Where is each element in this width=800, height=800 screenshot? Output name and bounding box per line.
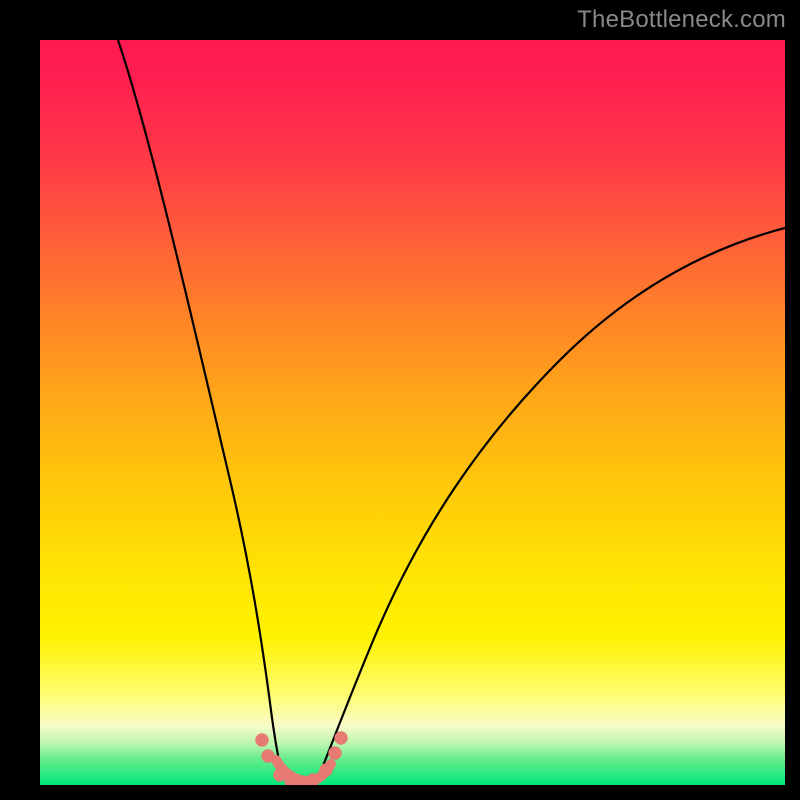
watermark-text: TheBottleneck.com	[577, 6, 786, 34]
chart-frame: TheBottleneck.com	[0, 0, 800, 800]
marker-dot	[335, 732, 348, 745]
plot-area	[40, 40, 785, 785]
curve-left-branch	[118, 40, 283, 778]
curve-layer	[40, 40, 785, 785]
marker-dot	[256, 734, 269, 747]
marker-dot	[262, 750, 275, 763]
marker-dot	[320, 764, 333, 777]
marker-dot	[329, 747, 342, 760]
curve-right-branch	[318, 228, 785, 778]
marker-dot	[307, 774, 320, 786]
